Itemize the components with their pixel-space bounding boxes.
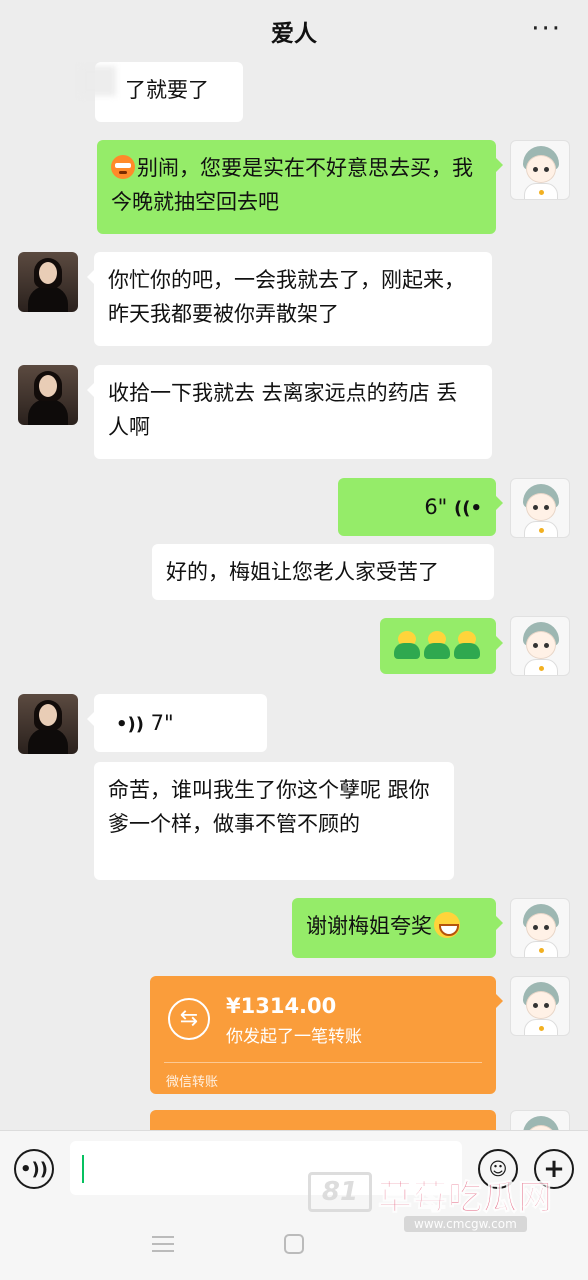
message-bubble-incoming[interactable]: 收拾一下我就去 去离家远点的药店 丢人啊: [87, 365, 492, 459]
transfer-description: 你发起了一笔转账: [226, 1027, 362, 1047]
message-text: 谢谢梅姐夸奖: [306, 914, 432, 938]
transfer-amount: ¥1314.00: [226, 994, 337, 1018]
message-bubble-incoming[interactable]: 你忙你的吧，一会我就去了，刚起来，昨天我都要被你弄散架了: [87, 252, 492, 346]
contact-avatar[interactable]: [18, 365, 78, 425]
transfer-card[interactable]: ⇆ ¥1314.00 你发起了一笔转账 微信转账: [150, 976, 503, 1094]
my-avatar[interactable]: [510, 898, 570, 958]
transfer-card-partial[interactable]: [150, 1110, 496, 1130]
message-bubble-incoming[interactable]: 了就要了: [95, 62, 243, 122]
message-text: 别闹，您要是实在不好意思去买，我今晚就抽空回去吧: [111, 156, 473, 214]
watermark-name: 草莓吃瓜网: [378, 1178, 553, 1219]
site-watermark: 81 草莓吃瓜网 www.cmcgw.com: [308, 1168, 580, 1242]
contact-avatar[interactable]: [18, 694, 78, 754]
transfer-arrows-icon: ⇆: [168, 998, 210, 1040]
home-nav-icon[interactable]: [284, 1234, 304, 1254]
transfer-source: 微信转账: [166, 1075, 219, 1090]
emoji-sticker-icon: [394, 631, 420, 659]
message-text: 命苦，谁叫我生了你这个孽呢 跟你爹一个样，做事不管不顾的: [108, 778, 430, 836]
voice-duration: 7": [150, 711, 174, 735]
chat-header: 爱人 ···: [0, 0, 588, 62]
watermark-logo: 81: [308, 1172, 372, 1212]
my-avatar[interactable]: [510, 616, 570, 676]
message-bubble-outgoing[interactable]: 别闹，您要是实在不好意思去买，我今晚就抽空回去吧: [97, 140, 503, 234]
message-bubble-outgoing[interactable]: 好的，梅姐让您老人家受苦了: [152, 544, 494, 600]
contact-avatar[interactable]: [18, 252, 78, 312]
more-options-icon[interactable]: ···: [531, 16, 562, 42]
watermark-url: www.cmcgw.com: [404, 1216, 527, 1232]
emoji-sticker-icon: [424, 631, 450, 659]
voice-wave-icon: ((•: [454, 498, 482, 519]
my-avatar[interactable]: [510, 976, 570, 1036]
voice-duration: 6": [424, 495, 448, 519]
message-text: 好的，梅姐让您老人家受苦了: [166, 560, 439, 584]
blurred-region: [80, 66, 116, 96]
chat-title: 爱人: [271, 21, 317, 47]
grin-emoji-icon: [434, 912, 460, 938]
voice-message-incoming[interactable]: •)) 7": [87, 694, 267, 752]
message-bubble-incoming[interactable]: 命苦，谁叫我生了你这个孽呢 跟你爹一个样，做事不管不顾的: [94, 762, 454, 880]
message-text: 你忙你的吧，一会我就去了，刚起来，昨天我都要被你弄散架了: [108, 268, 465, 326]
my-avatar[interactable]: [510, 140, 570, 200]
divider: [164, 1062, 482, 1063]
my-avatar[interactable]: [510, 1110, 570, 1130]
sticker-message-outgoing[interactable]: [380, 618, 503, 674]
menu-nav-icon[interactable]: [152, 1236, 174, 1252]
message-bubble-outgoing[interactable]: 谢谢梅姐夸奖: [292, 898, 503, 958]
voice-input-icon[interactable]: •)): [14, 1149, 54, 1189]
message-text: 收拾一下我就去 去离家远点的药店 丢人啊: [108, 381, 458, 439]
voice-wave-icon: •)): [116, 714, 144, 735]
message-list[interactable]: 了就要了 别闹，您要是实在不好意思去买，我今晚就抽空回去吧 你忙你的吧，一会我就…: [0, 62, 588, 1130]
message-text: 了就要了: [125, 78, 209, 102]
voice-message-outgoing[interactable]: 6" ((•: [338, 478, 503, 536]
emoji-sticker-icon: [454, 631, 480, 659]
text-caret: [82, 1155, 84, 1183]
angry-emoji-icon: [111, 155, 135, 179]
my-avatar[interactable]: [510, 478, 570, 538]
